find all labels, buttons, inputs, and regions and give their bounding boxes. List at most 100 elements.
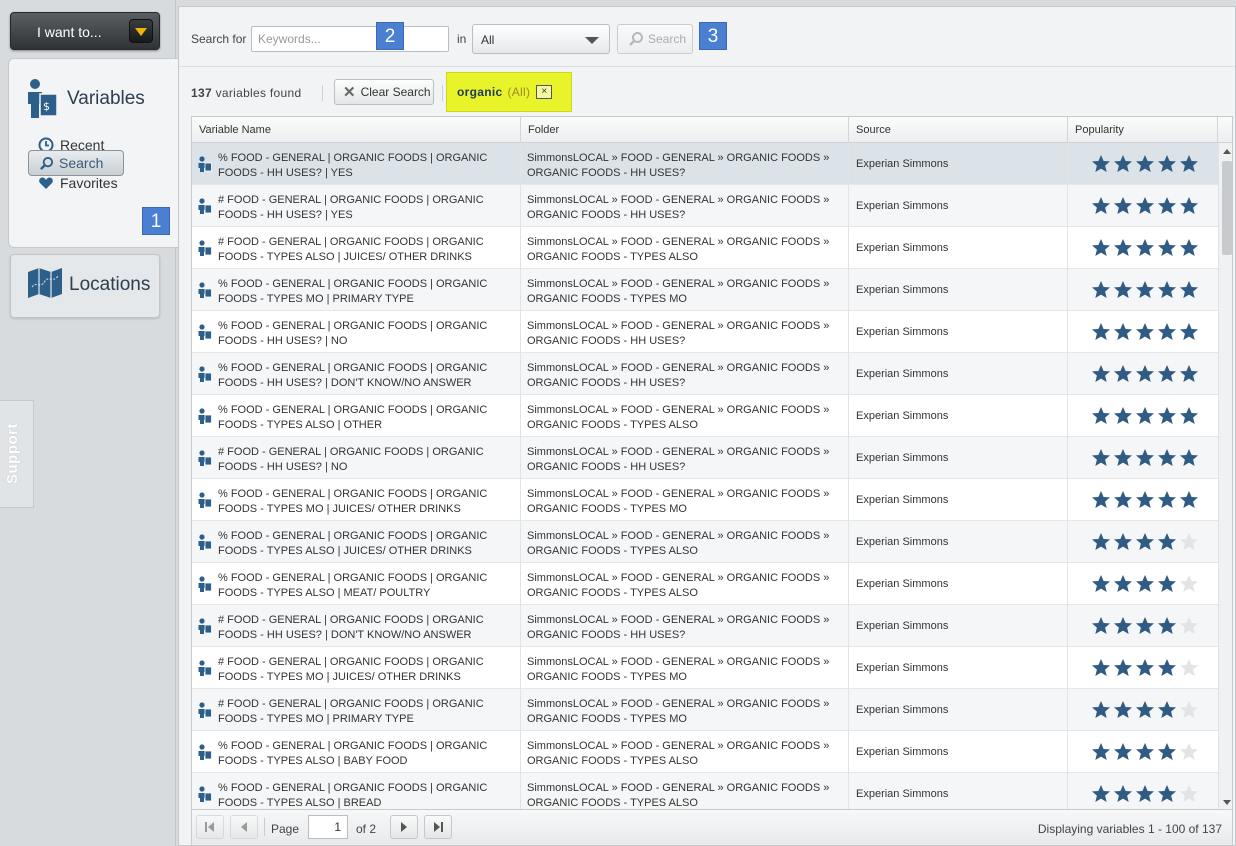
popularity-rating[interactable] bbox=[1090, 784, 1200, 804]
star-filled-icon[interactable] bbox=[1134, 658, 1156, 678]
i-want-to-menu-button[interactable]: I want to... bbox=[10, 12, 160, 50]
table-row[interactable]: % FOOD - GENERAL | ORGANIC FOODS | ORGAN… bbox=[192, 731, 1218, 773]
table-row[interactable]: % FOOD - GENERAL | ORGANIC FOODS | ORGAN… bbox=[192, 353, 1218, 395]
table-row[interactable]: % FOOD - GENERAL | ORGANIC FOODS | ORGAN… bbox=[192, 479, 1218, 521]
vertical-scrollbar[interactable] bbox=[1218, 143, 1232, 809]
sidebar-item-locations[interactable]: Locations bbox=[10, 254, 160, 318]
scroll-up-arrow-icon[interactable] bbox=[1223, 149, 1231, 154]
variables-header[interactable]: $ Variables bbox=[25, 77, 145, 121]
star-filled-icon[interactable] bbox=[1156, 574, 1178, 594]
star-filled-icon[interactable] bbox=[1134, 742, 1156, 762]
star-empty-icon[interactable] bbox=[1178, 574, 1200, 594]
table-row[interactable]: % FOOD - GENERAL | ORGANIC FOODS | ORGAN… bbox=[192, 773, 1218, 809]
keyword-input[interactable] bbox=[251, 26, 449, 52]
star-filled-icon[interactable] bbox=[1112, 616, 1134, 636]
sidebar-item-favorites[interactable]: Favorites bbox=[38, 175, 118, 191]
table-row[interactable]: # FOOD - GENERAL | ORGANIC FOODS | ORGAN… bbox=[192, 647, 1218, 689]
star-filled-icon[interactable] bbox=[1090, 322, 1112, 342]
star-filled-icon[interactable] bbox=[1112, 700, 1134, 720]
popularity-rating[interactable] bbox=[1090, 574, 1200, 594]
star-filled-icon[interactable] bbox=[1134, 574, 1156, 594]
star-empty-icon[interactable] bbox=[1178, 532, 1200, 552]
star-filled-icon[interactable] bbox=[1090, 490, 1112, 510]
star-filled-icon[interactable] bbox=[1178, 238, 1200, 258]
column-header-folder[interactable]: Folder bbox=[521, 117, 849, 143]
star-filled-icon[interactable] bbox=[1156, 490, 1178, 510]
table-row[interactable]: % FOOD - GENERAL | ORGANIC FOODS | ORGAN… bbox=[192, 311, 1218, 353]
star-filled-icon[interactable] bbox=[1156, 238, 1178, 258]
table-row[interactable]: % FOOD - GENERAL | ORGANIC FOODS | ORGAN… bbox=[192, 521, 1218, 563]
star-filled-icon[interactable] bbox=[1178, 490, 1200, 510]
popularity-rating[interactable] bbox=[1090, 742, 1200, 762]
star-filled-icon[interactable] bbox=[1156, 196, 1178, 216]
star-filled-icon[interactable] bbox=[1090, 280, 1112, 300]
star-filled-icon[interactable] bbox=[1156, 532, 1178, 552]
sidebar-item-search[interactable]: Search bbox=[28, 150, 124, 176]
column-header-popularity[interactable]: Popularity bbox=[1068, 117, 1218, 143]
star-filled-icon[interactable] bbox=[1178, 154, 1200, 174]
table-row[interactable]: # FOOD - GENERAL | ORGANIC FOODS | ORGAN… bbox=[192, 689, 1218, 731]
star-filled-icon[interactable] bbox=[1134, 322, 1156, 342]
popularity-rating[interactable] bbox=[1090, 238, 1200, 258]
star-filled-icon[interactable] bbox=[1112, 406, 1134, 426]
column-header-source[interactable]: Source bbox=[849, 117, 1068, 143]
table-row[interactable]: # FOOD - GENERAL | ORGANIC FOODS | ORGAN… bbox=[192, 185, 1218, 227]
star-filled-icon[interactable] bbox=[1134, 490, 1156, 510]
star-empty-icon[interactable] bbox=[1178, 616, 1200, 636]
star-filled-icon[interactable] bbox=[1156, 658, 1178, 678]
clear-search-button[interactable]: ✕ Clear Search bbox=[334, 79, 434, 105]
popularity-rating[interactable] bbox=[1090, 490, 1200, 510]
support-tab[interactable]: Support bbox=[0, 400, 34, 508]
star-empty-icon[interactable] bbox=[1178, 742, 1200, 762]
star-empty-icon[interactable] bbox=[1178, 658, 1200, 678]
scroll-down-arrow-icon[interactable] bbox=[1223, 800, 1231, 805]
star-filled-icon[interactable] bbox=[1156, 406, 1178, 426]
popularity-rating[interactable] bbox=[1090, 364, 1200, 384]
star-filled-icon[interactable] bbox=[1134, 280, 1156, 300]
star-filled-icon[interactable] bbox=[1178, 364, 1200, 384]
star-filled-icon[interactable] bbox=[1178, 196, 1200, 216]
star-filled-icon[interactable] bbox=[1156, 364, 1178, 384]
star-filled-icon[interactable] bbox=[1134, 700, 1156, 720]
page-number-input[interactable] bbox=[308, 815, 348, 839]
popularity-rating[interactable] bbox=[1090, 196, 1200, 216]
star-filled-icon[interactable] bbox=[1134, 406, 1156, 426]
star-filled-icon[interactable] bbox=[1156, 784, 1178, 804]
star-filled-icon[interactable] bbox=[1112, 784, 1134, 804]
table-row[interactable]: % FOOD - GENERAL | ORGANIC FOODS | ORGAN… bbox=[192, 563, 1218, 605]
star-filled-icon[interactable] bbox=[1178, 406, 1200, 426]
star-empty-icon[interactable] bbox=[1178, 700, 1200, 720]
star-filled-icon[interactable] bbox=[1156, 322, 1178, 342]
previous-page-button[interactable] bbox=[230, 815, 258, 839]
popularity-rating[interactable] bbox=[1090, 700, 1200, 720]
star-empty-icon[interactable] bbox=[1178, 784, 1200, 804]
popularity-rating[interactable] bbox=[1090, 616, 1200, 636]
popularity-rating[interactable] bbox=[1090, 406, 1200, 426]
table-row[interactable]: # FOOD - GENERAL | ORGANIC FOODS | ORGAN… bbox=[192, 437, 1218, 479]
star-filled-icon[interactable] bbox=[1112, 574, 1134, 594]
star-filled-icon[interactable] bbox=[1134, 448, 1156, 468]
star-filled-icon[interactable] bbox=[1112, 238, 1134, 258]
popularity-rating[interactable] bbox=[1090, 658, 1200, 678]
star-filled-icon[interactable] bbox=[1134, 784, 1156, 804]
table-row[interactable]: # FOOD - GENERAL | ORGANIC FOODS | ORGAN… bbox=[192, 605, 1218, 647]
star-filled-icon[interactable] bbox=[1178, 280, 1200, 300]
star-filled-icon[interactable] bbox=[1134, 364, 1156, 384]
star-filled-icon[interactable] bbox=[1090, 658, 1112, 678]
star-filled-icon[interactable] bbox=[1112, 196, 1134, 216]
table-row[interactable]: # FOOD - GENERAL | ORGANIC FOODS | ORGAN… bbox=[192, 227, 1218, 269]
popularity-rating[interactable] bbox=[1090, 532, 1200, 552]
star-filled-icon[interactable] bbox=[1090, 154, 1112, 174]
star-filled-icon[interactable] bbox=[1112, 322, 1134, 342]
star-filled-icon[interactable] bbox=[1090, 700, 1112, 720]
popularity-rating[interactable] bbox=[1090, 322, 1200, 342]
last-page-button[interactable] bbox=[424, 815, 452, 839]
scope-select[interactable]: All bbox=[472, 24, 610, 54]
table-row[interactable]: % FOOD - GENERAL | ORGANIC FOODS | ORGAN… bbox=[192, 269, 1218, 311]
star-filled-icon[interactable] bbox=[1112, 154, 1134, 174]
star-filled-icon[interactable] bbox=[1112, 658, 1134, 678]
star-filled-icon[interactable] bbox=[1090, 616, 1112, 636]
column-header-variable-name[interactable]: Variable Name bbox=[192, 117, 521, 143]
popularity-rating[interactable] bbox=[1090, 280, 1200, 300]
star-filled-icon[interactable] bbox=[1112, 364, 1134, 384]
